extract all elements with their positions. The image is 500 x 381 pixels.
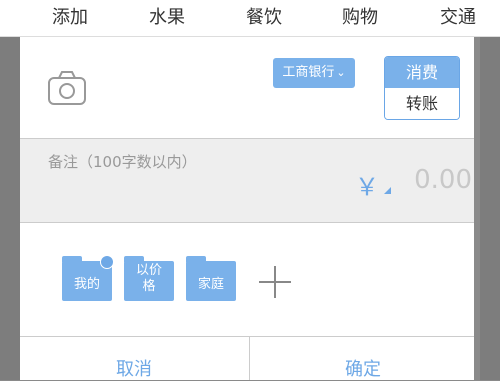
type-transfer-option[interactable]: 转账 bbox=[385, 88, 459, 119]
category-transport[interactable]: 交通 bbox=[440, 3, 476, 29]
tag-label: 家庭 bbox=[197, 277, 224, 292]
divider bbox=[20, 222, 474, 223]
category-dining[interactable]: 餐饮 bbox=[246, 3, 282, 29]
type-expense-option[interactable]: 消费 bbox=[385, 57, 459, 88]
bank-select-label: 工商银行 bbox=[282, 65, 335, 80]
backdrop-right bbox=[480, 0, 500, 380]
cancel-button[interactable]: 取消 bbox=[116, 355, 152, 381]
notes-field[interactable]: 备注（100字数以内） ￥ 0.00 bbox=[20, 139, 474, 222]
plus-icon[interactable] bbox=[258, 265, 292, 299]
chevron-down-icon: ⌄ bbox=[336, 66, 346, 79]
button-divider bbox=[249, 337, 250, 380]
category-fruit[interactable]: 水果 bbox=[149, 3, 185, 29]
category-add[interactable]: 添加 bbox=[52, 3, 88, 29]
tag-my[interactable]: 我的 bbox=[62, 255, 114, 301]
tag-label-line2: 格 bbox=[142, 279, 156, 294]
currency-symbol[interactable]: ￥ bbox=[355, 167, 379, 202]
camera-icon[interactable] bbox=[47, 70, 87, 106]
currency-dropdown-icon[interactable] bbox=[384, 187, 391, 194]
tag-family[interactable]: 家庭 bbox=[186, 256, 236, 301]
check-badge-icon bbox=[100, 255, 114, 269]
backdrop-left bbox=[0, 0, 20, 380]
category-shopping[interactable]: 购物 bbox=[342, 3, 378, 29]
amount-input[interactable]: 0.00 bbox=[414, 165, 472, 195]
category-bar: 添加 水果 餐饮 购物 交通 bbox=[0, 0, 500, 37]
bank-select[interactable]: 工商银行 ⌄ bbox=[273, 58, 355, 88]
add-record-dialog: 工商银行 ⌄ 消费 转账 备注（100字数以内） ￥ 0.00 我的 以价 格 家… bbox=[20, 37, 474, 380]
tag-price[interactable]: 以价 格 bbox=[124, 256, 174, 301]
divider bbox=[20, 336, 474, 337]
notes-placeholder: 备注（100字数以内） bbox=[48, 153, 197, 171]
type-toggle: 消费 转账 bbox=[384, 56, 460, 120]
tag-label: 以价 bbox=[135, 263, 162, 278]
confirm-button[interactable]: 确定 bbox=[345, 355, 381, 381]
